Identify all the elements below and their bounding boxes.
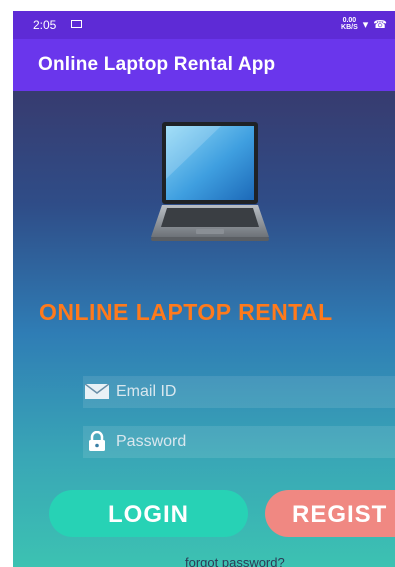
login-button[interactable]: LOGIN [49,490,248,537]
lock-icon [89,431,105,451]
status-bar: 2:05 0.00 KB/S ▾ ☎ [13,11,395,39]
wifi-icon: ▾ [362,18,369,31]
status-time: 2:05 [33,18,57,32]
email-field[interactable] [83,376,395,408]
envelope-icon [85,384,109,399]
phone-screen: 2:05 0.00 KB/S ▾ ☎ Online Laptop Rental … [13,11,395,567]
status-indicators: 0.00 KB/S ▾ ☎ [341,17,387,31]
app-title: Online Laptop Rental App [38,54,276,75]
app-bar: Online Laptop Rental App [13,39,395,91]
password-input[interactable] [116,433,376,451]
forgot-password-link[interactable]: forgot password? [185,555,285,567]
call-icon: ☎ [373,18,387,31]
page-heading: ONLINE LAPTOP RENTAL [39,299,333,325]
register-button[interactable]: REGIST [265,490,395,537]
mail-icon [71,20,82,28]
network-speed-value: 0.00 [342,17,357,24]
laptop-image [151,122,269,241]
network-speed: 0.00 KB/S [341,17,358,31]
email-input[interactable] [116,383,376,401]
network-speed-unit: KB/S [341,24,358,31]
password-field[interactable] [83,426,395,458]
